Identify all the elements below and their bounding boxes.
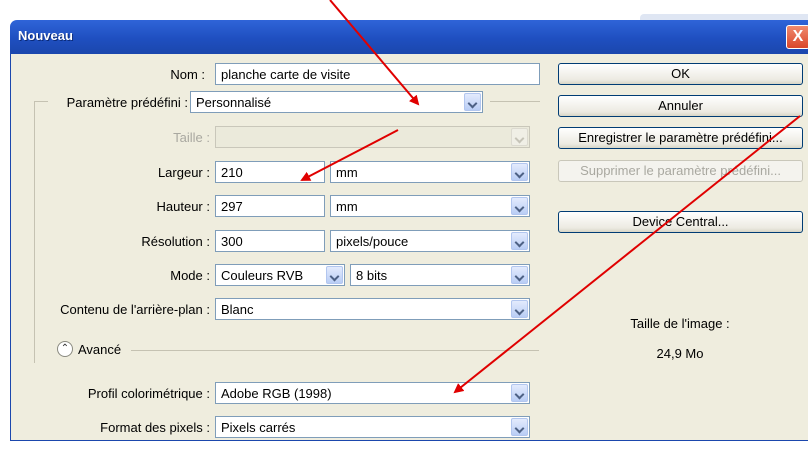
preset-group-border — [34, 101, 48, 102]
height-input[interactable]: 297 — [215, 195, 325, 217]
mode-label: Mode : — [170, 268, 210, 283]
advanced-label[interactable]: Avancé — [78, 342, 121, 357]
delete-preset-button: Supprimer le paramètre prédéfini... — [558, 160, 803, 182]
resolution-input[interactable]: 300 — [215, 230, 325, 252]
size-label: Taille : — [173, 130, 210, 145]
name-input[interactable]: planche carte de visite — [215, 63, 540, 85]
width-unit-value: mm — [336, 165, 358, 180]
chevron-down-icon[interactable] — [511, 300, 528, 318]
device-central-button[interactable]: Device Central... — [558, 211, 803, 233]
chevron-down-icon[interactable] — [511, 418, 528, 436]
color-profile-select[interactable]: Adobe RGB (1998) — [215, 382, 530, 404]
height-unit-value: mm — [336, 199, 358, 214]
chevron-down-icon[interactable] — [511, 197, 528, 215]
ok-button[interactable]: OK — [558, 63, 803, 85]
resolution-unit-value: pixels/pouce — [336, 234, 409, 249]
image-size-value: 24,9 Mo — [656, 346, 704, 361]
chevron-down-icon[interactable] — [511, 232, 528, 250]
save-preset-button[interactable]: Enregistrer le paramètre prédéfini... — [558, 127, 803, 149]
preset-select[interactable]: Personnalisé — [190, 91, 483, 113]
pixel-aspect-label: Format des pixels : — [100, 420, 210, 435]
height-label: Hauteur : — [156, 199, 210, 214]
background-contents-value: Blanc — [221, 302, 254, 317]
cancel-button[interactable]: Annuler — [558, 95, 803, 117]
color-profile-value: Adobe RGB (1998) — [221, 386, 332, 401]
chevron-down-icon[interactable] — [511, 384, 528, 402]
mode-value: Couleurs RVB — [221, 268, 304, 283]
collapse-advanced-icon[interactable]: ⌃ — [57, 341, 73, 357]
preset-label: Paramètre prédéfini : — [66, 95, 188, 110]
name-label: Nom : — [170, 67, 205, 82]
chevron-down-icon — [511, 128, 528, 146]
close-button[interactable]: X — [786, 25, 808, 49]
preset-group-border-right — [490, 101, 540, 102]
pixel-aspect-value: Pixels carrés — [221, 420, 296, 435]
chevron-down-icon[interactable] — [511, 163, 528, 181]
mode-select[interactable]: Couleurs RVB — [215, 264, 345, 286]
resolution-label: Résolution : — [141, 234, 210, 249]
chevron-down-icon[interactable] — [464, 93, 481, 111]
advanced-separator — [131, 350, 539, 351]
preset-group-left-border — [34, 101, 35, 363]
bit-depth-value: 8 bits — [356, 268, 388, 283]
preset-value: Personnalisé — [196, 95, 272, 110]
width-label: Largeur : — [157, 165, 210, 180]
width-unit-select[interactable]: mm — [330, 161, 530, 183]
color-profile-label: Profil colorimétrique : — [87, 386, 210, 401]
bit-depth-select[interactable]: 8 bits — [350, 264, 530, 286]
image-size-label: Taille de l'image : — [630, 316, 730, 331]
pixel-aspect-select[interactable]: Pixels carrés — [215, 416, 530, 438]
chevron-down-icon[interactable] — [326, 266, 343, 284]
window-title: Nouveau — [18, 28, 73, 43]
size-select — [215, 126, 530, 148]
background-contents-label: Contenu de l'arrière-plan : — [60, 302, 210, 317]
width-input[interactable]: 210 — [215, 161, 325, 183]
chevron-down-icon[interactable] — [511, 266, 528, 284]
height-unit-select[interactable]: mm — [330, 195, 530, 217]
resolution-unit-select[interactable]: pixels/pouce — [330, 230, 530, 252]
title-bar[interactable]: Nouveau — [10, 20, 808, 54]
background-contents-select[interactable]: Blanc — [215, 298, 530, 320]
